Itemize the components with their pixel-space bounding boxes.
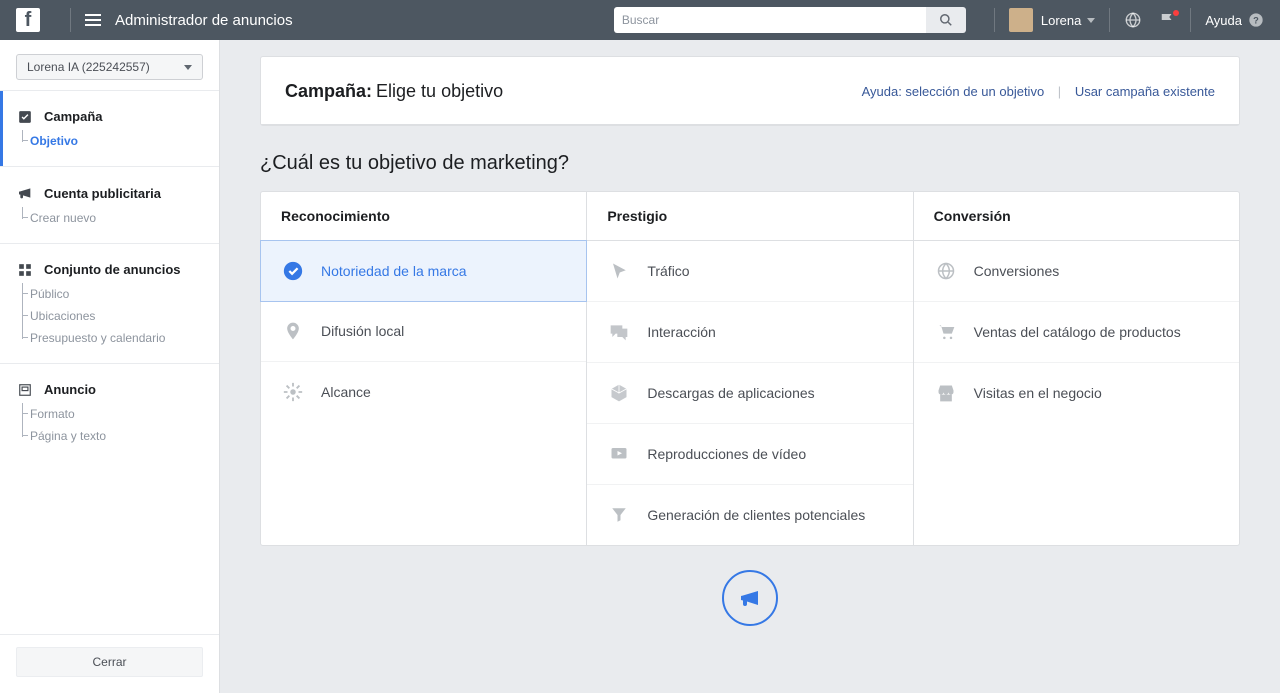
megaphone-icon	[16, 185, 34, 201]
option-label: Alcance	[321, 384, 371, 400]
store-icon	[934, 381, 958, 405]
check-icon	[16, 110, 34, 124]
separator	[994, 8, 995, 32]
nav-block-3: AnuncioFormatoPágina y texto	[0, 363, 219, 461]
option-label: Visitas en el negocio	[974, 385, 1102, 401]
avatar	[1009, 8, 1033, 32]
objective-option[interactable]: Generación de clientes potenciales	[587, 485, 912, 545]
sidebar: Lorena IA (225242557) CampañaObjetivoCue…	[0, 40, 220, 693]
objective-option[interactable]: Interacción	[587, 302, 912, 363]
box-icon	[607, 381, 631, 405]
globe-icon	[934, 259, 958, 283]
play-icon	[607, 442, 631, 466]
nav-block-1: Cuenta publicitariaCrear nuevo	[0, 166, 219, 243]
objective-column-2: Conversión Conversiones Ventas del catálog…	[914, 192, 1239, 545]
objective-column-1: Prestigio Tráfico Interacción Descargas de …	[587, 192, 913, 545]
help-icon: ?	[1248, 12, 1264, 28]
nav-subitem[interactable]: Formato	[0, 403, 219, 425]
frame-icon	[16, 383, 34, 397]
pin-icon	[281, 319, 305, 343]
objectives-section: Reconocimiento Notoriedad de la marca Difu…	[260, 191, 1240, 546]
nav-block-0: CampañaObjetivo	[0, 90, 219, 166]
nav-header[interactable]: Anuncio	[0, 382, 219, 403]
user-name: Lorena	[1041, 13, 1081, 28]
nav-header[interactable]: Cuenta publicitaria	[0, 185, 219, 207]
objective-option[interactable]: Conversiones	[914, 241, 1239, 302]
objective-option[interactable]: Alcance	[261, 362, 586, 422]
separator	[1190, 8, 1191, 32]
option-label: Generación de clientes potenciales	[647, 507, 865, 523]
chevron-down-icon	[184, 65, 192, 70]
objective-option[interactable]: Visitas en el negocio	[914, 363, 1239, 423]
main-layout: Lorena IA (225242557) CampañaObjetivoCue…	[0, 40, 1280, 693]
search-button[interactable]	[926, 7, 966, 33]
column-header: Conversión	[914, 192, 1239, 241]
separator	[70, 8, 71, 32]
option-label: Reproducciones de vídeo	[647, 446, 806, 462]
nav-header[interactable]: Conjunto de anuncios	[0, 262, 219, 283]
megaphone-icon	[738, 586, 762, 610]
option-label: Descargas de aplicaciones	[647, 385, 814, 401]
chat-icon	[607, 320, 631, 344]
help-label: Ayuda	[1205, 13, 1242, 28]
nav-subitem[interactable]: Público	[0, 283, 219, 305]
globe-icon	[1124, 11, 1142, 29]
search-bar	[614, 7, 966, 33]
marketing-question: ¿Cuál es tu objetivo de marketing?	[260, 152, 1240, 175]
sidebar-nav: CampañaObjetivoCuenta publicitariaCrear …	[0, 90, 219, 461]
spread-icon	[281, 380, 305, 404]
column-header: Prestigio	[587, 192, 912, 241]
card-links: Ayuda: selección de un objetivo | Usar c…	[862, 84, 1215, 99]
account-label: Lorena IA (225242557)	[27, 60, 150, 74]
objective-column-0: Reconocimiento Notoriedad de la marca Difu…	[261, 192, 587, 545]
column-header: Reconocimiento	[261, 192, 586, 241]
option-label: Ventas del catálogo de productos	[974, 324, 1181, 340]
user-menu[interactable]: Lorena	[1009, 8, 1095, 32]
help-button[interactable]: Ayuda ?	[1205, 12, 1264, 28]
nav-subitem[interactable]: Ubicaciones	[0, 305, 219, 327]
chevron-down-icon	[1087, 18, 1095, 23]
grid-icon	[16, 263, 34, 277]
flag-notifications-button[interactable]	[1158, 11, 1176, 29]
facebook-logo[interactable]: f	[16, 8, 40, 32]
nav-block-2: Conjunto de anunciosPúblicoUbicacionesPr…	[0, 243, 219, 363]
option-label: Interacción	[647, 324, 715, 340]
campaign-header-card: Campaña:Elige tu objetivo Ayuda: selecci…	[260, 56, 1240, 126]
nav-header[interactable]: Campaña	[0, 109, 219, 130]
app-title: Administrador de anuncios	[115, 12, 293, 29]
cart-icon	[934, 320, 958, 344]
objective-option[interactable]: Descargas de aplicaciones	[587, 363, 912, 424]
option-label: Difusión local	[321, 323, 404, 339]
cursor-icon	[607, 259, 631, 283]
objective-option[interactable]: Tráfico	[587, 241, 912, 302]
option-label: Conversiones	[974, 263, 1060, 279]
use-existing-link[interactable]: Usar campaña existente	[1075, 84, 1215, 99]
account-selector[interactable]: Lorena IA (225242557)	[16, 54, 203, 80]
objective-option[interactable]: Notoriedad de la marca	[260, 240, 587, 302]
funnel-icon	[607, 503, 631, 527]
check-circle-icon	[281, 259, 305, 283]
top-bar: f Administrador de anuncios Lorena Ayuda…	[0, 0, 1280, 40]
objective-option[interactable]: Ventas del catálogo de productos	[914, 302, 1239, 363]
nav-subitem[interactable]: Objetivo	[0, 130, 219, 152]
nav-subitem[interactable]: Página y texto	[0, 425, 219, 447]
nav-subitem[interactable]: Presupuesto y calendario	[0, 327, 219, 349]
option-label: Notoriedad de la marca	[321, 263, 467, 279]
globe-notifications-button[interactable]	[1124, 11, 1142, 29]
notification-dot	[1173, 10, 1179, 16]
separator	[1109, 8, 1110, 32]
objective-option[interactable]: Reproducciones de vídeo	[587, 424, 912, 485]
close-button[interactable]: Cerrar	[16, 647, 203, 677]
nav-subitem[interactable]: Crear nuevo	[0, 207, 219, 229]
objective-option[interactable]: Difusión local	[261, 301, 586, 362]
content-area: Campaña:Elige tu objetivo Ayuda: selecci…	[220, 40, 1280, 693]
hamburger-icon[interactable]	[85, 14, 101, 26]
option-label: Tráfico	[647, 263, 689, 279]
svg-text:?: ?	[1253, 15, 1259, 25]
megaphone-button[interactable]	[722, 570, 778, 626]
help-objective-link[interactable]: Ayuda: selección de un objetivo	[862, 84, 1045, 99]
card-title: Campaña:Elige tu objetivo	[285, 81, 503, 102]
search-icon	[939, 13, 953, 27]
search-input[interactable]	[614, 7, 926, 33]
